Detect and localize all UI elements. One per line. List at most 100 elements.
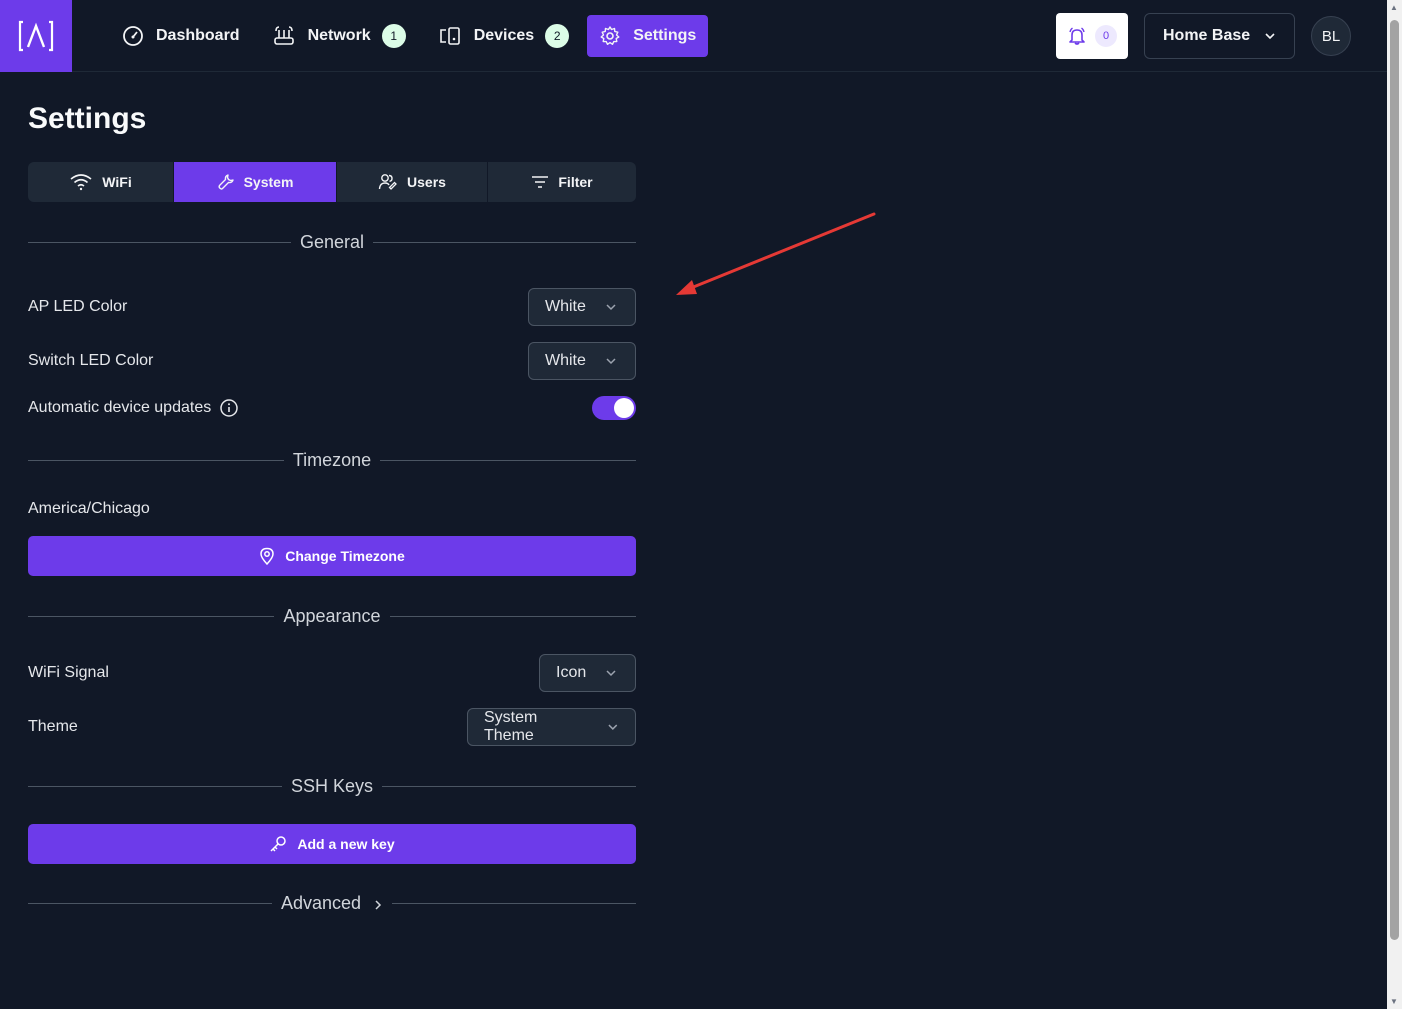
chevron-right-icon <box>375 900 382 910</box>
tab-users-label: Users <box>407 174 446 190</box>
scroll-down-icon[interactable]: ▼ <box>1390 997 1398 1006</box>
filter-icon <box>532 176 549 188</box>
section-advanced-heading: Advanced <box>280 892 362 913</box>
wifi-signal-select[interactable]: Icon <box>539 654 636 692</box>
tab-filter[interactable]: Filter <box>488 162 636 202</box>
timezone-value: America/Chicago <box>28 500 150 517</box>
user-avatar[interactable]: BL <box>1311 16 1351 56</box>
annotation-arrow <box>676 212 876 295</box>
theme-select[interactable]: System Theme <box>467 708 636 746</box>
ap-led-color-select[interactable]: White <box>528 288 636 326</box>
logo-icon <box>18 20 54 51</box>
chevron-down-icon <box>606 670 616 677</box>
divider <box>28 785 282 787</box>
theme-value: System Theme <box>484 709 538 744</box>
nav-devices[interactable]: Devices 2 <box>424 15 584 57</box>
auto-updates-toggle[interactable] <box>592 396 636 420</box>
site-selector[interactable]: Home Base <box>1144 13 1295 59</box>
tab-filter-label: Filter <box>558 174 593 190</box>
users-icon <box>378 174 397 190</box>
divider <box>28 902 272 904</box>
tab-system[interactable]: System <box>174 162 337 202</box>
gear-icon <box>600 25 620 45</box>
divider <box>28 241 291 243</box>
auto-updates-row: Automatic device updates <box>28 396 636 420</box>
tab-wifi-label: WiFi <box>102 174 132 190</box>
nav-settings[interactable]: Settings <box>587 14 709 57</box>
divider <box>382 785 636 787</box>
tab-system-label: System <box>243 174 294 190</box>
divider <box>392 902 636 904</box>
wifi-signal-value: Icon <box>556 664 587 681</box>
key-icon <box>270 836 287 852</box>
header-actions: 0 Home Base BL <box>1056 13 1351 59</box>
scroll-thumb[interactable] <box>1390 20 1399 940</box>
section-timezone: Timezone <box>28 450 636 470</box>
switch-led-color-label: Switch LED Color <box>28 352 154 369</box>
tab-users[interactable]: Users <box>337 162 488 202</box>
devices-icon <box>439 26 460 45</box>
info-icon[interactable] <box>219 398 239 418</box>
chevron-down-icon <box>608 724 618 730</box>
auto-updates-label: Automatic device updates <box>28 399 212 416</box>
chevron-down-icon <box>606 304 616 311</box>
divider <box>380 459 636 461</box>
notifications-button[interactable]: 0 <box>1056 13 1128 59</box>
settings-panel: Settings WiFi System Users Filter Genera… <box>28 72 637 913</box>
section-general: General <box>28 231 637 252</box>
toggle-knob <box>614 398 634 418</box>
section-timezone-heading: Timezone <box>292 449 372 470</box>
divider <box>28 615 275 617</box>
bell-icon <box>1069 27 1085 45</box>
ap-led-color-row: AP LED Color White <box>28 288 636 326</box>
page-title: Settings <box>28 102 147 135</box>
wifi-signal-label: WiFi Signal <box>28 664 109 681</box>
nav-dashboard-label: Dashboard <box>156 26 240 44</box>
ap-led-color-label: AP LED Color <box>28 298 128 315</box>
settings-tabs: WiFi System Users Filter <box>28 162 636 202</box>
section-advanced-heading-group[interactable]: Advanced <box>272 893 392 914</box>
auto-updates-label-group: Automatic device updates <box>28 398 239 418</box>
scroll-up-icon[interactable]: ▲ <box>1390 3 1398 12</box>
divider <box>28 459 284 461</box>
section-appearance-heading: Appearance <box>283 605 381 626</box>
change-timezone-label: Change Timezone <box>285 548 405 564</box>
chevron-down-icon <box>1265 33 1275 40</box>
top-bar: Dashboard Network 1 Devices 2 Settings 0… <box>0 0 1387 72</box>
add-ssh-key-button[interactable]: Add a new key <box>28 824 636 864</box>
chevron-down-icon <box>606 358 616 365</box>
nav-network-label: Network <box>307 26 371 44</box>
switch-led-color-select[interactable]: White <box>528 342 636 380</box>
devices-count-badge: 2 <box>545 23 570 48</box>
network-count-badge: 1 <box>381 23 406 48</box>
add-ssh-key-label: Add a new key <box>297 836 395 852</box>
notifications-count: 0 <box>1095 25 1117 47</box>
theme-row: Theme System Theme <box>28 708 636 746</box>
main-nav: Dashboard Network 1 Devices 2 Settings <box>108 14 712 57</box>
section-ssh-heading: SSH Keys <box>290 775 374 796</box>
wifi-signal-row: WiFi Signal Icon <box>28 654 636 692</box>
theme-label: Theme <box>28 718 78 735</box>
nav-dashboard[interactable]: Dashboard <box>108 15 254 57</box>
nav-settings-label: Settings <box>633 26 697 44</box>
router-icon <box>273 25 294 45</box>
wrench-icon <box>218 174 234 190</box>
wifi-icon <box>70 174 92 191</box>
switch-led-color-value: White <box>545 352 586 369</box>
section-general-heading: General <box>299 231 365 252</box>
gauge-icon <box>123 25 143 46</box>
site-name: Home Base <box>1163 27 1251 44</box>
change-timezone-button[interactable]: Change Timezone <box>28 536 636 576</box>
divider <box>373 241 637 243</box>
section-advanced-toggle[interactable]: Advanced <box>28 893 636 913</box>
switch-led-color-row: Switch LED Color White <box>28 342 636 380</box>
nav-network[interactable]: Network 1 <box>258 15 420 57</box>
divider <box>389 615 637 617</box>
tab-wifi[interactable]: WiFi <box>28 162 174 202</box>
nav-devices-label: Devices <box>473 26 535 44</box>
app-logo[interactable] <box>0 0 72 72</box>
section-ssh-keys: SSH Keys <box>28 776 636 796</box>
ap-led-color-value: White <box>545 298 586 315</box>
page-scrollbar[interactable]: ▲ ▼ <box>1387 0 1402 1009</box>
map-pin-icon <box>260 547 274 565</box>
